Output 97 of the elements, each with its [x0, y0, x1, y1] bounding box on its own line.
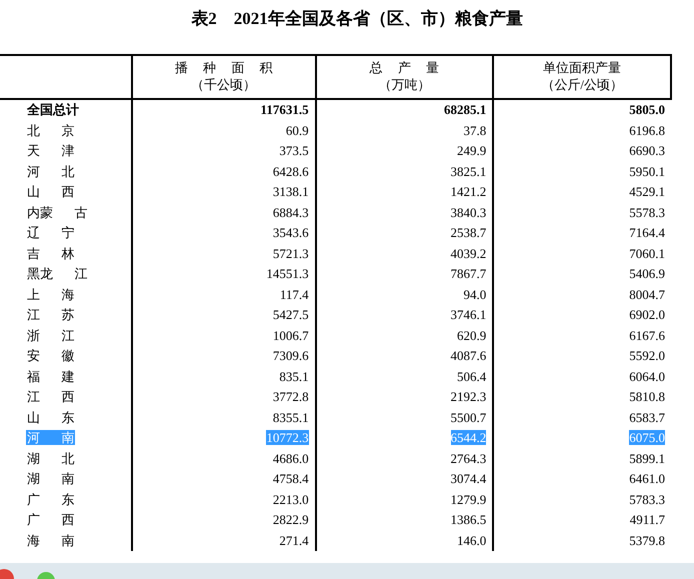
table-cell: 506.4 — [457, 368, 486, 384]
column-header: 总 产 量 — [368, 58, 440, 76]
table-cell: 68285.1 — [444, 102, 486, 117]
table-cell: 6075.0 — [629, 430, 665, 446]
table-cell: 2822.9 — [272, 512, 309, 528]
column-header: 单位面积产量 — [542, 58, 622, 76]
table-cell: 6428.6 — [272, 164, 309, 179]
table-cell: 7309.6 — [272, 348, 309, 364]
province-name: 黑龙 江 — [26, 266, 88, 282]
table-cell: 5950.1 — [629, 164, 665, 179]
table-cell: 3138.1 — [272, 184, 309, 200]
table-cell: 5805.0 — [629, 102, 665, 117]
unit-label: （万吨） — [377, 76, 432, 92]
table-cell: 37.8 — [464, 122, 486, 138]
table-cell: 249.9 — [457, 143, 486, 158]
table-cell: 3543.6 — [272, 225, 309, 240]
province-name: 上 海 — [26, 286, 76, 302]
app-icon[interactable] — [36, 571, 56, 579]
total-label: 全国总计 — [26, 102, 80, 117]
table-cell: 5427.5 — [272, 307, 309, 322]
table-cell: 3746.1 — [450, 307, 486, 322]
table-cell: 4911.7 — [630, 512, 665, 528]
table-cell: 8004.7 — [629, 286, 665, 302]
province-name: 天 津 — [26, 143, 76, 158]
table-cell: 6902.0 — [629, 307, 665, 322]
table-cell: 1006.7 — [272, 328, 309, 343]
province-name: 山 东 — [26, 410, 76, 425]
province-name: 福 建 — [26, 368, 76, 384]
province-name: 湖 南 — [26, 471, 76, 486]
table-cell: 10772.3 — [266, 430, 309, 446]
table-cell: 3825.1 — [450, 164, 486, 179]
province-name: 广 东 — [26, 492, 76, 507]
table-cell: 5379.8 — [629, 532, 665, 548]
table-cell: 373.5 — [279, 143, 309, 158]
table-cell: 2213.0 — [272, 492, 309, 507]
province-name: 安 徽 — [26, 348, 76, 364]
column-header: 播 种 面 积 — [174, 58, 274, 76]
table-cell: 1386.5 — [450, 512, 486, 528]
table-cell: 117.4 — [280, 286, 309, 302]
province-name: 河 南 — [26, 430, 76, 446]
province-name: 江 西 — [26, 389, 76, 404]
table-cell: 4087.6 — [450, 348, 486, 364]
table-cell: 271.4 — [279, 532, 309, 548]
table-cell: 8355.1 — [272, 410, 309, 425]
table-cell: 5578.3 — [629, 204, 665, 220]
province-name: 湖 北 — [26, 450, 76, 466]
table-cell: 7060.1 — [629, 246, 665, 261]
table-cell: 2192.3 — [450, 389, 486, 404]
province-name: 河 北 — [26, 164, 76, 179]
table-cell: 6583.7 — [629, 410, 665, 425]
table-cell: 4039.2 — [450, 246, 486, 261]
table-cell: 4686.0 — [272, 450, 309, 466]
table-cell: 7867.7 — [450, 266, 486, 282]
table-cell: 1421.2 — [450, 184, 486, 200]
table-cell: 7164.4 — [629, 225, 665, 240]
table-cell: 117631.5 — [260, 102, 309, 117]
province-name: 海 南 — [26, 532, 76, 548]
table-cell: 3074.4 — [450, 471, 486, 486]
province-name: 浙 江 — [26, 328, 76, 343]
province-name: 内蒙 古 — [26, 204, 88, 220]
table-cell: 4529.1 — [629, 184, 665, 200]
province-name: 辽 宁 — [26, 225, 76, 240]
table-cell: 6167.6 — [629, 328, 665, 343]
table-cell: 5810.8 — [629, 389, 665, 404]
table-cell: 6064.0 — [629, 368, 665, 384]
province-name: 山 西 — [26, 184, 76, 200]
table-cell: 6544.2 — [450, 430, 486, 446]
table-cell: 2764.3 — [450, 450, 486, 466]
table-cell: 620.9 — [457, 328, 486, 343]
table-cell: 6461.0 — [629, 471, 665, 486]
table-cell: 60.9 — [286, 122, 309, 138]
table-cell: 4758.4 — [272, 471, 309, 486]
province-name: 北 京 — [26, 122, 76, 138]
table-cell: 5783.3 — [629, 492, 665, 507]
table-cell: 94.0 — [464, 286, 486, 302]
table-cell: 5721.3 — [272, 246, 309, 261]
province-name: 广 西 — [26, 512, 76, 528]
browser-icon[interactable] — [0, 567, 16, 579]
table-cell: 5406.9 — [629, 266, 665, 282]
table-cell: 5592.0 — [629, 348, 665, 364]
table-cell: 14551.3 — [266, 266, 309, 282]
table-cell: 3772.8 — [272, 389, 309, 404]
province-name: 吉 林 — [26, 246, 76, 261]
table-title: 表2 2021年全国及各省（区、市）粮食产量 — [191, 8, 523, 30]
unit-label: （千公顷） — [190, 76, 258, 92]
table-cell: 6690.3 — [629, 143, 665, 158]
table-cell: 6884.3 — [272, 204, 309, 220]
table-cell: 835.1 — [279, 368, 309, 384]
table-cell: 5899.1 — [629, 450, 665, 466]
table-cell: 146.0 — [457, 532, 486, 548]
province-name: 江 苏 — [26, 307, 76, 322]
table-cell: 3840.3 — [450, 204, 486, 220]
table-cell: 2538.7 — [450, 225, 486, 240]
table-cell: 5500.7 — [450, 410, 486, 425]
table-cell: 6196.8 — [629, 122, 665, 138]
table-cell: 1279.9 — [450, 492, 486, 507]
unit-label: （公斤/公顷） — [540, 76, 624, 92]
